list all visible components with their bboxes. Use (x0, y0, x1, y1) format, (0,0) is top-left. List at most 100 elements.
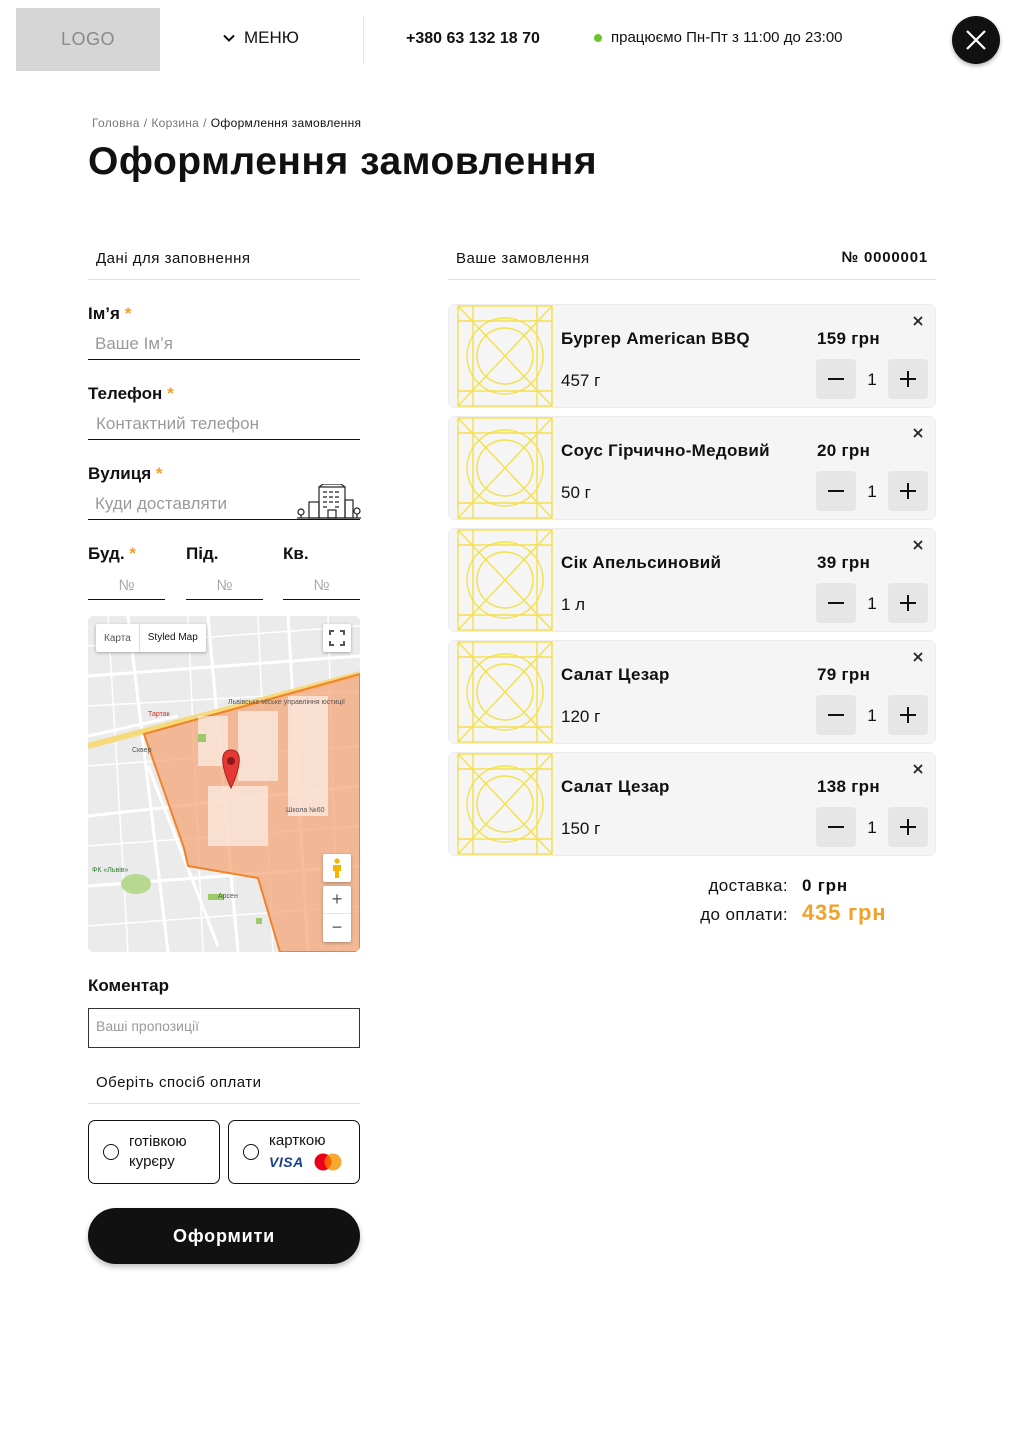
pay-card-option[interactable]: карткою VISA (228, 1120, 360, 1184)
breadcrumb-home[interactable]: Головна (92, 116, 140, 130)
close-icon (966, 30, 986, 50)
decrease-qty-button[interactable] (816, 583, 856, 623)
close-button[interactable] (952, 16, 1000, 64)
breadcrumb-cart[interactable]: Корзина (151, 116, 199, 130)
increase-qty-button[interactable] (888, 471, 928, 511)
item-price: 138 грн (817, 777, 880, 796)
map-zoom-out-button[interactable]: − (323, 914, 351, 941)
close-icon (913, 316, 923, 326)
map-canvas[interactable]: Львівське міське управління юстиції Тарт… (88, 616, 360, 952)
close-icon (913, 540, 923, 550)
total-label: до оплати: (700, 905, 788, 924)
phone-input[interactable]: Контактний телефон (88, 412, 360, 440)
product-image-placeholder-icon (457, 417, 553, 519)
submit-order-button[interactable]: Оформити (88, 1208, 360, 1264)
map-tab-styled[interactable]: Styled Map (138, 624, 206, 652)
apartment-input[interactable]: № (283, 574, 360, 600)
chevron-down-icon (223, 34, 235, 42)
increase-qty-button[interactable] (888, 695, 928, 735)
open-status-dot (594, 33, 602, 42)
map-label-fc: ФК «Львів» (92, 866, 128, 874)
map-zoom-controls: + − (323, 886, 351, 942)
delivery-value: 0 грн (802, 876, 848, 895)
pay-card-label: карткою (269, 1132, 326, 1149)
pay-cash-option[interactable]: готівкою курєру (88, 1120, 220, 1184)
increase-qty-button[interactable] (888, 807, 928, 847)
item-name: Салат Цезар (561, 665, 670, 684)
order-item: Салат Цезар 120 г 79 грн 1 (448, 640, 936, 744)
building-icon[interactable] (297, 484, 361, 520)
decrease-qty-button[interactable] (816, 695, 856, 735)
breadcrumb: Головна / Корзина / Оформлення замовлення (92, 116, 362, 130)
remove-item-button[interactable] (913, 423, 923, 443)
order-header: Ваше замовлення № 0000001 (448, 248, 936, 280)
item-weight: 50 г (561, 483, 591, 502)
form-section-title: Дані для заповнення (88, 248, 360, 280)
header-divider (363, 16, 364, 64)
pegman-icon (333, 858, 341, 878)
payment-section-title: Оберіть спосіб оплати (88, 1072, 360, 1104)
order-title: Ваше замовлення (456, 250, 590, 267)
item-price: 79 грн (817, 665, 871, 684)
map-label-arsen: Арсен (218, 893, 238, 900)
minus-icon (828, 378, 844, 380)
menu-label: МЕНЮ (244, 28, 299, 47)
order-number: № 0000001 (841, 249, 928, 266)
header-phone[interactable]: +380 63 132 18 70 (406, 30, 540, 48)
map-fullscreen-button[interactable] (323, 624, 351, 652)
remove-item-button[interactable] (913, 759, 923, 779)
entrance-label: Під. (186, 544, 219, 563)
minus-icon (828, 490, 844, 492)
plus-icon (900, 819, 916, 835)
name-label: Ім’я * (88, 304, 132, 323)
building-label: Буд. * (88, 544, 136, 563)
comment-label: Коментар (88, 976, 169, 995)
map-tab-map[interactable]: Карта (96, 633, 139, 644)
remove-item-button[interactable] (913, 311, 923, 331)
plus-icon (900, 595, 916, 611)
phone-label: Телефон * (88, 384, 174, 403)
item-quantity: 1 (867, 370, 877, 389)
page-title: Оформлення замовлення (88, 140, 598, 183)
item-name: Сік Апельсиновий (561, 553, 722, 572)
increase-qty-button[interactable] (888, 359, 928, 399)
item-quantity: 1 (867, 594, 877, 613)
menu-button[interactable]: МЕНЮ (222, 28, 299, 48)
item-name: Соус Гірчично-Медовий (561, 441, 770, 460)
minus-icon (828, 826, 844, 828)
map-pegman-button[interactable] (323, 854, 351, 882)
close-icon (913, 428, 923, 438)
item-price: 20 грн (817, 441, 871, 460)
remove-item-button[interactable] (913, 647, 923, 667)
street-label: Вулиця * (88, 464, 163, 483)
map-label-school: Школа №60 (286, 807, 325, 814)
delivery-map[interactable]: Львівське міське управління юстиції Тарт… (88, 616, 360, 952)
hours-to: до (783, 29, 801, 46)
item-price: 39 грн (817, 553, 871, 572)
decrease-qty-button[interactable] (816, 807, 856, 847)
decrease-qty-button[interactable] (816, 471, 856, 511)
close-icon (913, 764, 923, 774)
product-image-placeholder-icon (457, 641, 553, 743)
decrease-qty-button[interactable] (816, 359, 856, 399)
comment-input[interactable]: Ваші пропозиції (88, 1008, 360, 1048)
visa-icon: VISA (269, 1154, 304, 1170)
building-input[interactable]: № (88, 574, 165, 600)
remove-item-button[interactable] (913, 535, 923, 555)
pay-cash-radio[interactable] (103, 1144, 119, 1160)
product-image-placeholder-icon (457, 305, 553, 407)
increase-qty-button[interactable] (888, 583, 928, 623)
fullscreen-icon (329, 630, 345, 646)
item-weight: 120 г (561, 707, 601, 726)
pay-card-radio[interactable] (243, 1144, 259, 1160)
item-weight: 1 л (561, 595, 586, 614)
entrance-input[interactable]: № (186, 574, 263, 600)
item-name: Салат Цезар (561, 777, 670, 796)
map-zoom-in-button[interactable]: + (323, 886, 351, 914)
plus-icon (900, 707, 916, 723)
minus-icon (828, 602, 844, 604)
logo[interactable]: LOGO (16, 8, 160, 71)
hours-from: з (732, 29, 739, 46)
name-input[interactable]: Ваше Ім’я (88, 332, 360, 360)
map-label-skver: Сквер (132, 747, 152, 754)
